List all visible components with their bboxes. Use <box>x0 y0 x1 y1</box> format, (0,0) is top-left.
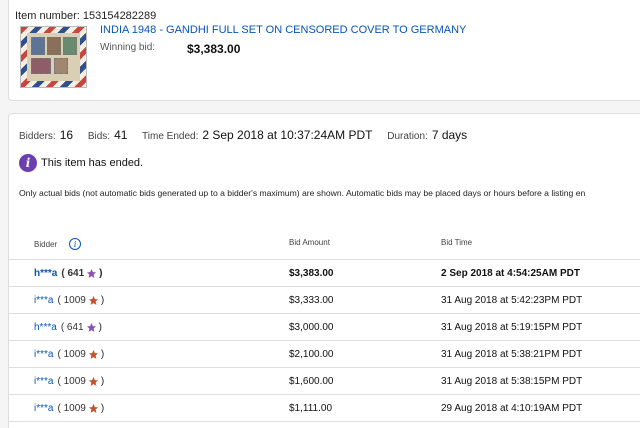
item-thumbnail[interactable] <box>20 26 87 88</box>
bids-count: 41 <box>114 128 128 142</box>
bid-table-header: Bidder i Bid Amount Bid Time <box>9 226 640 260</box>
bid-row: i***a ( 1009) $1,111.00 29 Aug 2018 at 4:10… <box>9 395 640 422</box>
feedback-score-close: ) <box>100 349 105 360</box>
feedback-star-icon <box>86 322 96 332</box>
item-summary-card: Item number: 153154282289 INDIA 1948 - G… <box>8 0 640 101</box>
bid-time: 2 Sep 2018 at 4:54:25AM PDT <box>441 268 580 279</box>
bidder-cell: i***a ( 1009) <box>34 295 104 306</box>
bid-amount: $1,111.00 <box>289 403 333 414</box>
bid-row: h***a ( 641) $3,000.00 31 Aug 2018 at 5:19:… <box>9 314 640 341</box>
bid-row: h***a ( 641) $3,383.00 2 Sep 2018 at 4:54:2… <box>9 260 640 287</box>
bid-time: 31 Aug 2018 at 5:38:21PM PDT <box>441 349 583 360</box>
bid-time: 31 Aug 2018 at 5:19:15PM PDT <box>441 322 583 333</box>
feedback-score-close: ) <box>100 295 105 306</box>
bid-row: i***a ( 1009) $1,600.00 31 Aug 2018 at 5:38… <box>9 368 640 395</box>
feedback-score[interactable]: ( 1009 <box>57 376 85 387</box>
feedback-score-close: ) <box>98 322 102 333</box>
bidder-cell: i***a ( 1009) <box>34 403 104 414</box>
winning-bid-label: Winning bid: <box>100 42 156 53</box>
bidder-cell: i***a ( 1009) <box>34 349 104 360</box>
bid-time: 31 Aug 2018 at 5:38:15PM PDT <box>441 376 583 387</box>
feedback-score-close: ) <box>100 376 105 387</box>
feedback-star-icon <box>88 376 98 386</box>
bidder-name[interactable]: i***a <box>34 349 53 360</box>
bidders-label: Bidders: <box>19 131 56 142</box>
bidder-info-icon[interactable]: i <box>69 238 82 250</box>
bidder-name[interactable]: h***a <box>34 268 57 279</box>
bid-amount-column-header: Bid Amount <box>289 238 330 247</box>
feedback-score[interactable]: ( 1009 <box>57 349 85 360</box>
duration-label: Duration: <box>387 131 428 142</box>
duration-value: 7 days <box>431 128 468 142</box>
bid-row: i***a ( 1009) $2,100.00 31 Aug 2018 at 5:38… <box>9 341 640 368</box>
feedback-score-close: ) <box>99 268 103 279</box>
bid-amount: $2,100.00 <box>289 349 334 360</box>
bid-row: i***a ( 1009) $3,333.00 31 Aug 2018 at 5:42… <box>9 287 640 314</box>
bid-history-card: Bidders: 16 Bids: 41 Time Ended: 2 Sep 2018… <box>8 113 640 428</box>
feedback-score[interactable]: ( 1009 <box>57 295 85 306</box>
bidder-cell: h***a ( 641) <box>34 268 103 279</box>
bids-disclaimer: Only actual bids (not automatic bids gen… <box>19 188 586 198</box>
bid-amount: $3,333.00 <box>289 295 334 306</box>
auction-stats: Bidders: 16 Bids: 41 Time Ended: 2 Sep 2018… <box>19 128 479 142</box>
feedback-score[interactable]: ( 641 <box>61 322 84 333</box>
item-number: Item number: 153154282289 <box>15 10 157 22</box>
item-title-link[interactable]: INDIA 1948 - GANDHI FULL SET ON CENSORED… <box>100 24 466 36</box>
time-ended-label: Time Ended: <box>142 131 199 142</box>
bidder-name[interactable]: i***a <box>34 295 53 306</box>
feedback-score[interactable]: ( 641 <box>61 268 84 279</box>
bids-label: Bids: <box>87 131 111 142</box>
bid-time: 31 Aug 2018 at 5:42:23PM PDT <box>441 295 583 306</box>
bidder-name[interactable]: h***a <box>34 322 57 333</box>
feedback-star-icon <box>88 403 98 413</box>
time-ended-value: 2 Sep 2018 at 10:37:24AM PDT <box>202 128 373 142</box>
bid-amount: $1,600.00 <box>289 376 334 387</box>
feedback-star-icon <box>88 295 98 305</box>
winning-bid-amount: $3,383.00 <box>187 42 241 56</box>
feedback-score[interactable]: ( 1009 <box>57 403 85 414</box>
feedback-star-icon <box>87 268 97 278</box>
item-ended-text: This item has ended. <box>41 156 144 169</box>
bidder-name[interactable]: i***a <box>34 403 53 414</box>
bidder-cell: i***a ( 1009) <box>34 376 104 387</box>
bid-amount: $3,000.00 <box>289 322 334 333</box>
feedback-star-icon <box>88 349 98 359</box>
bid-amount: $3,383.00 <box>289 268 334 279</box>
item-ended-notice: i This item has ended. <box>19 153 143 172</box>
bid-time: 29 Aug 2018 at 4:10:19AM PDT <box>441 403 583 414</box>
bidders-count: 16 <box>59 128 74 142</box>
info-icon: i <box>19 153 37 172</box>
bidder-cell: h***a ( 641) <box>34 322 102 333</box>
bidder-name[interactable]: i***a <box>34 376 53 387</box>
bidder-column-header: Bidder i <box>34 238 82 250</box>
feedback-score-close: ) <box>100 403 105 414</box>
bid-time-column-header: Bid Time <box>441 238 473 247</box>
